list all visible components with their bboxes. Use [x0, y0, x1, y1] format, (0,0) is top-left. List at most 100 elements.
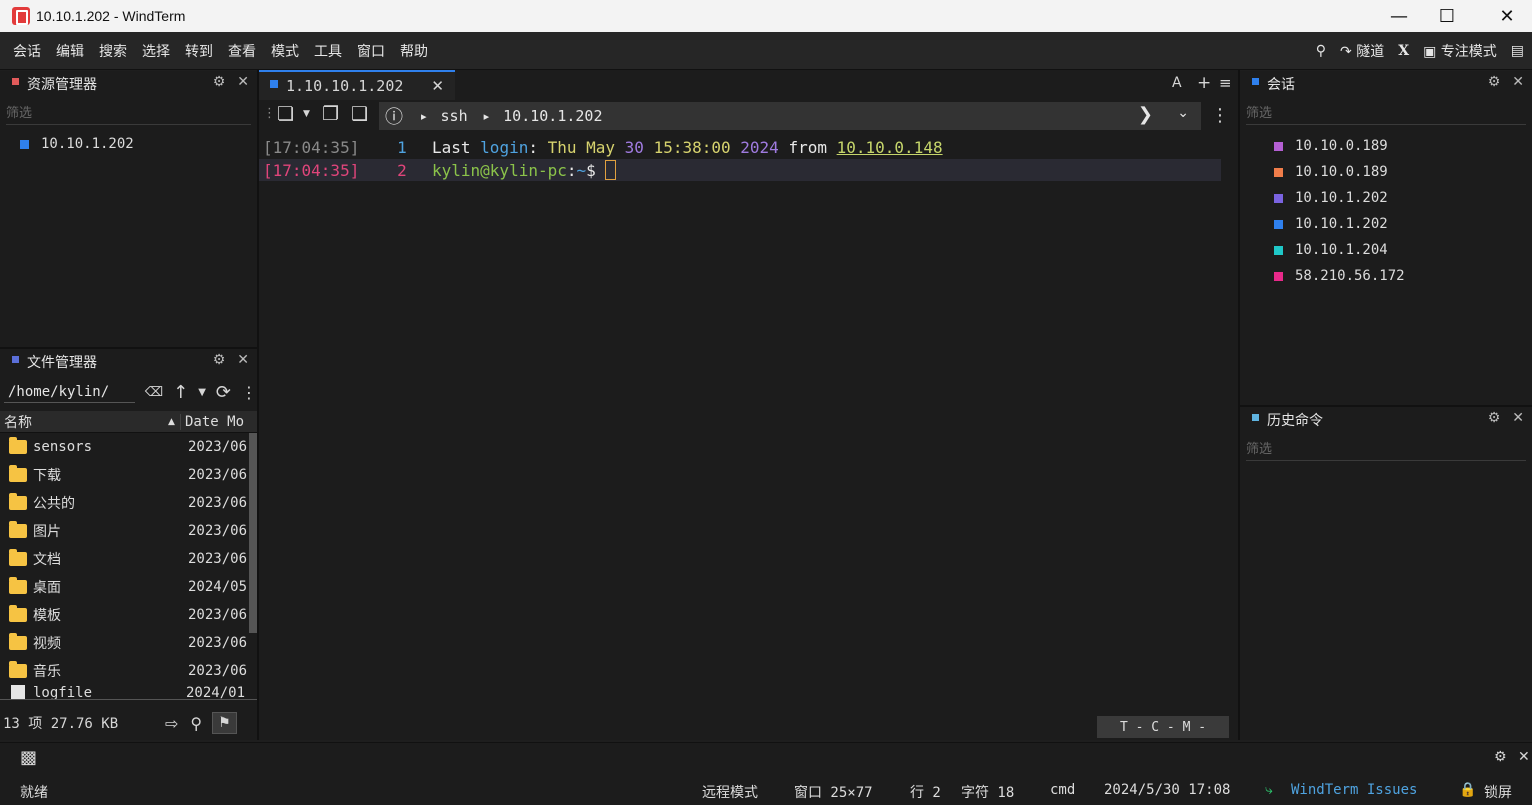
- path-input[interactable]: /home/kylin/: [4, 382, 135, 403]
- menu-window[interactable]: 窗口: [357, 41, 385, 61]
- menu-view[interactable]: 查看: [228, 41, 256, 61]
- status-row[interactable]: 行 2: [910, 782, 941, 802]
- gear-icon[interactable]: ⚙: [213, 352, 226, 368]
- status-mode[interactable]: 远程模式: [702, 782, 758, 802]
- x-button[interactable]: X: [1398, 43, 1409, 59]
- column-name[interactable]: 名称: [0, 412, 168, 432]
- explorer-filter-input[interactable]: 筛选: [6, 99, 251, 125]
- session-color-icon: [1274, 219, 1283, 229]
- menu-goto[interactable]: 转到: [185, 41, 213, 61]
- open-folder-icon[interactable]: ⇨: [165, 714, 178, 733]
- session-item[interactable]: 10.10.0.189: [1274, 159, 1532, 185]
- session-item[interactable]: 58.210.56.172: [1274, 263, 1532, 289]
- tab-menu-button[interactable]: ≡: [1219, 74, 1232, 92]
- file-manager-dot-icon: [12, 355, 19, 363]
- up-arrow-icon[interactable]: ↑: [173, 382, 188, 403]
- lock-screen-button[interactable]: 锁屏: [1484, 782, 1512, 802]
- menu-edit[interactable]: 编辑: [56, 41, 84, 61]
- file-row[interactable]: 公共的 2023/06: [0, 489, 257, 517]
- file-name: 模板: [33, 608, 61, 624]
- more-icon[interactable]: ⋮: [1211, 105, 1229, 126]
- file-row[interactable]: sensors 2023/06: [0, 433, 257, 461]
- duplicate-session-icon[interactable]: ❐: [322, 103, 339, 125]
- session-label: 58.210.56.172: [1295, 268, 1405, 284]
- session-item[interactable]: 10.10.1.204: [1274, 237, 1532, 263]
- menu-tools[interactable]: 工具: [314, 41, 342, 61]
- more-icon[interactable]: ⋮: [241, 383, 257, 402]
- sync-location-icon[interactable]: ⚑: [212, 712, 237, 734]
- tab-session[interactable]: 1.10.10.1.202 ✕: [259, 70, 455, 100]
- clear-path-icon[interactable]: ⌫: [145, 385, 163, 400]
- close-tab-icon[interactable]: ✕: [431, 77, 444, 95]
- file-row[interactable]: 图片 2023/06: [0, 517, 257, 545]
- minimize-button[interactable]: —: [1376, 0, 1422, 32]
- file-list: sensors 2023/06 下载 2023/06 公共的 2023/06 图片 20…: [0, 433, 257, 699]
- file-name: sensors: [33, 439, 93, 455]
- folder-icon: [9, 465, 27, 482]
- close-icon[interactable]: ✕: [1512, 410, 1524, 426]
- file-name: 公共的: [33, 496, 75, 512]
- chevron-down-icon[interactable]: ▼: [198, 387, 206, 398]
- focus-mode-button[interactable]: ▣ 专注模式: [1423, 41, 1497, 61]
- layout-icon[interactable]: ▤: [1511, 43, 1524, 59]
- close-icon[interactable]: ✕: [1512, 74, 1524, 90]
- copy-session-icon[interactable]: ❑: [351, 103, 368, 125]
- refresh-icon[interactable]: ⟳: [216, 382, 231, 403]
- file-row[interactable]: logfile 2024/01: [0, 685, 257, 699]
- drag-handle-icon[interactable]: ⋮: [263, 106, 276, 121]
- line-content: kylin@kylin-pc:~$: [432, 161, 605, 180]
- file-list-scrollbar[interactable]: [249, 433, 257, 633]
- chevron-down-icon[interactable]: ⌄: [1177, 105, 1189, 121]
- terminal-output[interactable]: [17:04:35] 1 Last login: Thu May 30 15:3…: [259, 132, 1238, 740]
- location-pin-icon[interactable]: ⚲: [190, 714, 202, 733]
- file-row[interactable]: 视频 2023/06: [0, 629, 257, 657]
- menu-search[interactable]: 搜索: [99, 41, 127, 61]
- gear-icon[interactable]: ⚙: [1494, 749, 1507, 765]
- session-item[interactable]: 10.10.0.189: [1274, 133, 1532, 159]
- session-color-icon: [20, 139, 29, 149]
- maximize-button[interactable]: ☐: [1424, 0, 1470, 32]
- file-row[interactable]: 下载 2023/06: [0, 461, 257, 489]
- sessions-filter-input[interactable]: 筛选: [1246, 99, 1526, 125]
- file-date: 2023/06: [188, 607, 248, 623]
- issues-link[interactable]: WindTerm Issues: [1291, 782, 1417, 798]
- add-tab-button[interactable]: +: [1197, 73, 1211, 93]
- file-name: 图片: [33, 524, 61, 540]
- close-icon[interactable]: ✕: [237, 352, 249, 368]
- file-row[interactable]: 模板 2023/06: [0, 601, 257, 629]
- new-session-icon[interactable]: ❏: [277, 103, 294, 125]
- gear-icon[interactable]: ⚙: [1488, 74, 1501, 90]
- chevron-down-icon[interactable]: ▼: [303, 109, 310, 119]
- file-name: 桌面: [33, 580, 61, 596]
- mode-indicator[interactable]: T - C - M -: [1097, 716, 1229, 738]
- session-item[interactable]: 10.10.1.202: [1274, 185, 1532, 211]
- file-date: 2023/06: [188, 635, 248, 651]
- history-dot-icon: [1252, 413, 1259, 421]
- menu-session[interactable]: 会话: [13, 41, 41, 61]
- tunnel-button[interactable]: ↷ 隧道: [1340, 41, 1384, 61]
- file-row[interactable]: 桌面 2024/05: [0, 573, 257, 601]
- search-icon[interactable]: ⚲: [1316, 43, 1326, 59]
- gear-icon[interactable]: ⚙: [1488, 410, 1501, 426]
- file-row[interactable]: 文档 2023/06: [0, 545, 257, 573]
- column-date[interactable]: Date Mo: [180, 413, 244, 430]
- close-icon[interactable]: ✕: [237, 74, 249, 90]
- file-row[interactable]: 音乐 2023/06: [0, 657, 257, 685]
- font-button[interactable]: A: [1172, 75, 1182, 91]
- status-shell[interactable]: cmd: [1050, 782, 1075, 798]
- history-filter-input[interactable]: 筛选: [1246, 435, 1526, 461]
- chevron-right-icon[interactable]: ❯: [1138, 104, 1153, 125]
- menu-help[interactable]: 帮助: [400, 41, 428, 61]
- status-window-size[interactable]: 窗口 25×77: [794, 782, 873, 802]
- menu-select[interactable]: 选择: [142, 41, 170, 61]
- close-icon[interactable]: ✕: [1518, 749, 1530, 765]
- session-item[interactable]: 10.10.1.202: [1274, 211, 1532, 237]
- info-icon[interactable]: ⓘ: [385, 103, 403, 129]
- close-window-button[interactable]: ✕: [1484, 0, 1530, 32]
- status-char[interactable]: 字符 18: [961, 782, 1014, 802]
- explorer-item[interactable]: 10.10.1.202: [0, 131, 257, 157]
- menu-mode[interactable]: 模式: [271, 41, 299, 61]
- address-bar[interactable]: ⓘ ▸ ssh ▸ 10.10.1.202 ❯ ⌄: [379, 102, 1201, 130]
- gear-icon[interactable]: ⚙: [213, 74, 226, 90]
- output-panel-icon[interactable]: ▩: [20, 747, 37, 768]
